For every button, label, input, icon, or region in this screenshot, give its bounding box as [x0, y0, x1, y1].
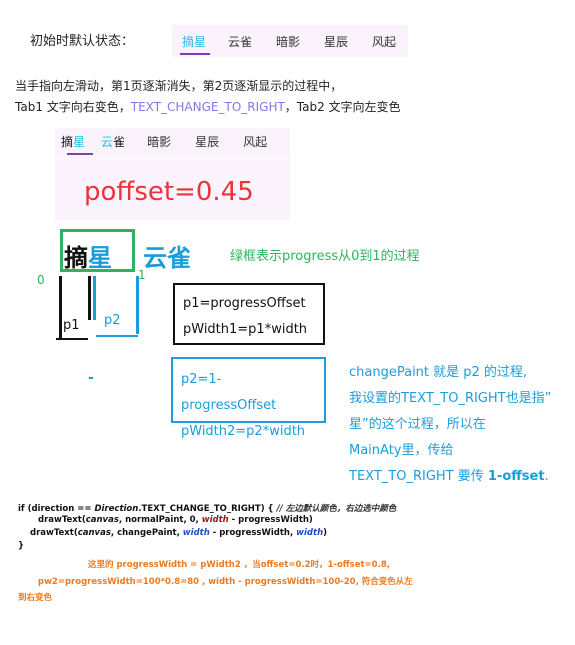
p1-left-line	[59, 276, 62, 338]
change-paint-note-l3: 星”的这个过程，所以在	[349, 417, 486, 432]
p2-formula-box: p2=1-progressOffset pWidth2=p2*width	[171, 357, 326, 439]
tab-bar-sliding: 摘星 云雀 暗影 星辰 风起	[55, 128, 290, 155]
orange-note-l1: 这里的 progressWidth = pWidth2 ，当offset=0.2…	[88, 560, 390, 570]
code-l1d: // 左边默认颜色，右边选中颜色	[276, 504, 397, 514]
tab-sliding-2-part1: 云	[101, 135, 114, 149]
tab-sliding-2-part2: 雀	[113, 135, 126, 149]
change-paint-note-l2: 我设置的TEXT_TO_RIGHT也是指”	[349, 391, 552, 406]
p1-formula-line2: pWidth1=p1*width	[183, 322, 308, 337]
tab-sliding-1-part2: 星	[73, 135, 86, 149]
change-paint-note-l1: changePaint 就是 p2 的过程,	[349, 365, 528, 380]
description-mode: TEXT_CHANGE_TO_RIGHT	[130, 100, 285, 114]
tab-initial-1-label: 摘星	[182, 34, 207, 49]
code-l3e: - progressWidth,	[209, 528, 297, 538]
tab-sliding-3-label: 暗影	[147, 135, 172, 149]
tab-sliding-5[interactable]: 风起	[231, 128, 279, 155]
tab-sliding-5-label: 风起	[243, 135, 268, 149]
code-l1b: Direction	[94, 504, 139, 514]
tab-sliding-1[interactable]: 摘星	[55, 128, 91, 155]
code-l2b: canvas	[85, 515, 119, 525]
change-paint-note: changePaint 就是 p2 的过程, 我设置的TEXT_TO_RIGHT…	[349, 360, 569, 490]
zoom-tab2: 云雀	[143, 238, 191, 273]
p1-right-line	[88, 276, 91, 320]
progress-label-1: 1	[138, 268, 146, 282]
zoom-tab2-label: 云雀	[143, 244, 191, 272]
code-l2a: drawText(	[38, 515, 86, 525]
code-l3b: canvas	[77, 528, 111, 538]
change-paint-note-l4: MainAty里，传给	[349, 443, 454, 458]
code-line-1: if (direction == Direction.TEXT_CHANGE_T…	[18, 502, 396, 514]
tab-initial-4-label: 星辰	[324, 34, 349, 49]
change-paint-note-l5a: TEXT_TO_RIGHT 要传	[349, 469, 488, 484]
description-line-1: 当手指向左滑动，第1页逐渐消失，第2页逐渐显示的过程中，	[15, 79, 343, 93]
code-l1a: if (direction ==	[18, 504, 95, 514]
code-l2e: - progressWidth)	[228, 515, 313, 525]
p2-label: p2	[104, 313, 121, 328]
tab-initial-2[interactable]: 云雀	[216, 25, 264, 57]
tab-initial-3-label: 暗影	[276, 34, 301, 49]
change-paint-note-l5: TEXT_TO_RIGHT 要传 1-offset.	[349, 464, 569, 490]
orange-note-l3: 到右变色	[18, 593, 53, 603]
code-l3c: , changePaint,	[110, 528, 183, 538]
progress-label-0: 0	[37, 273, 45, 287]
tab-bar-initial: 摘星 云雀 暗影 星辰 风起	[172, 25, 408, 57]
p1-label: p1	[63, 318, 80, 333]
code-line-4: }	[18, 541, 25, 551]
tab-sliding-1-part1: 摘	[61, 135, 74, 149]
p2-formula-line2: pWidth2=p2*width	[181, 424, 306, 439]
description-line-2: Tab1 文字向右变色，TEXT_CHANGE_TO_RIGHT，Tab2 文字…	[15, 98, 401, 115]
code-l2c: , normalPaint, 0,	[118, 515, 202, 525]
poffset-value: poffset=0.45	[84, 177, 254, 207]
code-l3d: width	[182, 528, 210, 538]
code-line-2: drawText(canvas, normalPaint, 0, width -…	[38, 515, 313, 525]
p2-formula-line1: p2=1-progressOffset	[181, 372, 277, 413]
orange-note-l2: pw2=progressWidth=100*0.8=80 , width - p…	[38, 577, 413, 587]
cyan-dot: -	[88, 370, 94, 386]
p1-formula-line1: p1=progressOffset	[183, 296, 306, 311]
tab-initial-5[interactable]: 风起	[360, 25, 408, 57]
code-l3g: )	[323, 528, 328, 538]
description-line-2b: ，Tab2 文字向左变色	[284, 100, 401, 114]
description-line-2a: Tab1 文字向右变色，	[15, 100, 131, 114]
code-l3a: drawText(	[30, 528, 78, 538]
tab-indicator-sliding	[67, 153, 93, 155]
p2-right-line	[136, 276, 139, 334]
tab-sliding-3[interactable]: 暗影	[135, 128, 183, 155]
p1-formula-box: p1=progressOffset pWidth1=p1*width	[173, 283, 325, 345]
p1-bottom-line	[56, 338, 88, 340]
code-l3f: width	[296, 528, 324, 538]
change-paint-note-l5c: .	[544, 469, 549, 484]
code-l2d: width	[201, 515, 229, 525]
tab-sliding-4-label: 星辰	[195, 135, 220, 149]
tab-sliding-4[interactable]: 星辰	[183, 128, 231, 155]
code-line-3: drawText(canvas, changePaint, width - pr…	[30, 528, 327, 538]
progress-note: 绿框表示progress从0到1的过程	[230, 249, 420, 264]
tab-sliding-2[interactable]: 云雀	[91, 128, 135, 155]
progress-range-box	[60, 229, 135, 272]
change-paint-note-l5b: 1-offset	[487, 469, 545, 484]
tab-initial-5-label: 风起	[372, 34, 397, 49]
initial-state-label: 初始时默认状态：	[30, 34, 135, 49]
p2-left-line	[93, 276, 96, 320]
tab-indicator-initial	[180, 53, 210, 55]
code-l1c: .TEXT_CHANGE_TO_RIGHT) {	[138, 504, 277, 514]
tab-initial-2-label: 云雀	[228, 34, 253, 49]
tab-initial-3[interactable]: 暗影	[264, 25, 312, 57]
tab-initial-4[interactable]: 星辰	[312, 25, 360, 57]
p2-bottom-line	[96, 335, 138, 337]
